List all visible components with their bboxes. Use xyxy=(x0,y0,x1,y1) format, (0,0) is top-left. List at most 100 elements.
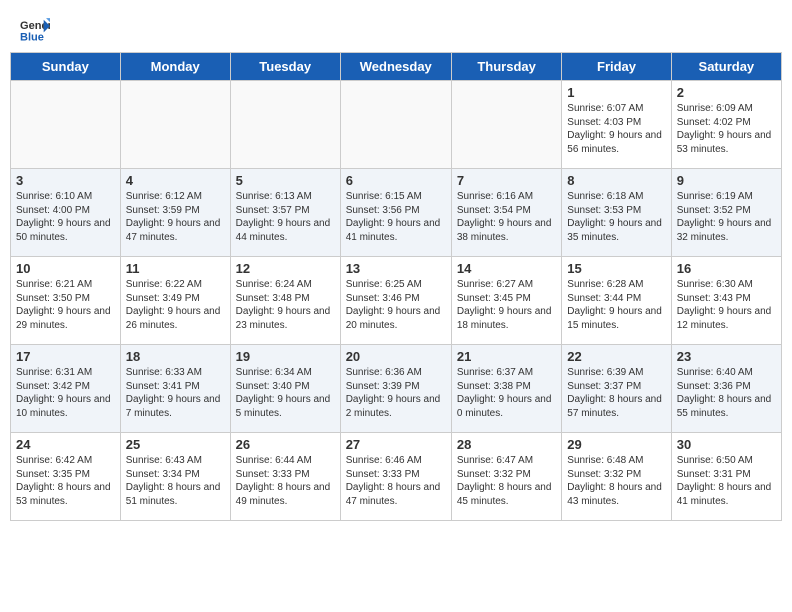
day-number: 29 xyxy=(567,437,665,452)
day-info: Sunrise: 6:47 AM Sunset: 3:32 PM Dayligh… xyxy=(457,454,556,508)
logo: General Blue xyxy=(20,18,54,42)
day-number: 19 xyxy=(236,349,335,364)
day-number: 3 xyxy=(16,173,115,188)
day-header-friday: Friday xyxy=(562,53,671,81)
day-info: Sunrise: 6:44 AM Sunset: 3:33 PM Dayligh… xyxy=(236,454,335,508)
day-cell: 27 Sunrise: 6:46 AM Sunset: 3:33 PM Dayli… xyxy=(340,433,451,521)
day-number: 9 xyxy=(677,173,776,188)
day-info: Sunrise: 6:43 AM Sunset: 3:34 PM Dayligh… xyxy=(126,454,225,508)
day-cell: 17Sunrise: 6:31 AM Sunset: 3:42 PM Dayli… xyxy=(11,345,121,433)
day-number: 16 xyxy=(677,261,776,276)
day-number: 23 xyxy=(677,349,776,364)
day-info: Sunrise: 6:16 AM Sunset: 3:54 PM Dayligh… xyxy=(457,190,556,244)
day-number: 6 xyxy=(346,173,446,188)
day-cell: 18Sunrise: 6:33 AM Sunset: 3:41 PM Dayli… xyxy=(120,345,230,433)
day-number: 15 xyxy=(567,261,665,276)
day-cell: 30 Sunrise: 6:50 AM Sunset: 3:31 PM Dayli… xyxy=(671,433,781,521)
week-row-2: 3 Sunrise: 6:10 AM Sunset: 4:00 PM Daylig… xyxy=(11,169,782,257)
day-number: 28 xyxy=(457,437,556,452)
day-info: Sunrise: 6:22 AM Sunset: 3:49 PM Dayligh… xyxy=(126,278,225,332)
day-info: Sunrise: 6:28 AM Sunset: 3:44 PM Dayligh… xyxy=(567,278,665,332)
day-info: Sunrise: 6:21 AM Sunset: 3:50 PM Dayligh… xyxy=(16,278,115,332)
day-info: Sunrise: 6:19 AM Sunset: 3:52 PM Dayligh… xyxy=(677,190,776,244)
day-number: 14 xyxy=(457,261,556,276)
day-cell: 16 Sunrise: 6:30 AM Sunset: 3:43 PM Dayli… xyxy=(671,257,781,345)
day-number: 7 xyxy=(457,173,556,188)
day-info: Sunrise: 6:13 AM Sunset: 3:57 PM Dayligh… xyxy=(236,190,335,244)
day-number: 20 xyxy=(346,349,446,364)
day-cell: 5 Sunrise: 6:13 AM Sunset: 3:57 PM Daylig… xyxy=(230,169,340,257)
day-cell: 15 Sunrise: 6:28 AM Sunset: 3:44 PM Dayli… xyxy=(562,257,671,345)
day-number: 27 xyxy=(346,437,446,452)
day-info: Sunrise: 6:42 AM Sunset: 3:35 PM Dayligh… xyxy=(16,454,115,508)
day-cell: 2 Sunrise: 6:09 AM Sunset: 4:02 PM Daylig… xyxy=(671,81,781,169)
day-cell: 3 Sunrise: 6:10 AM Sunset: 4:00 PM Daylig… xyxy=(11,169,121,257)
day-cell: 9 Sunrise: 6:19 AM Sunset: 3:52 PM Daylig… xyxy=(671,169,781,257)
day-cell: 8 Sunrise: 6:18 AM Sunset: 3:53 PM Daylig… xyxy=(562,169,671,257)
day-header-sunday: Sunday xyxy=(11,53,121,81)
day-info: Sunrise: 6:07 AM Sunset: 4:03 PM Dayligh… xyxy=(567,102,665,156)
day-cell: 25 Sunrise: 6:43 AM Sunset: 3:34 PM Dayli… xyxy=(120,433,230,521)
day-number: 24 xyxy=(16,437,115,452)
logo-icon: General Blue xyxy=(20,18,50,42)
day-number: 11 xyxy=(126,261,225,276)
day-info: Sunrise: 6:46 AM Sunset: 3:33 PM Dayligh… xyxy=(346,454,446,508)
day-cell: 1 Sunrise: 6:07 AM Sunset: 4:03 PM Daylig… xyxy=(562,81,671,169)
day-cell: 12 Sunrise: 6:24 AM Sunset: 3:48 PM Dayli… xyxy=(230,257,340,345)
week-row-3: 10 Sunrise: 6:21 AM Sunset: 3:50 PM Dayli… xyxy=(11,257,782,345)
day-cell: 19Sunrise: 6:34 AM Sunset: 3:40 PM Dayli… xyxy=(230,345,340,433)
day-cell xyxy=(11,81,121,169)
day-info: Sunrise: 6:24 AM Sunset: 3:48 PM Dayligh… xyxy=(236,278,335,332)
day-info: Sunrise: 6:15 AM Sunset: 3:56 PM Dayligh… xyxy=(346,190,446,244)
day-number: 10 xyxy=(16,261,115,276)
day-header-saturday: Saturday xyxy=(671,53,781,81)
day-cell: 24 Sunrise: 6:42 AM Sunset: 3:35 PM Dayli… xyxy=(11,433,121,521)
day-header-tuesday: Tuesday xyxy=(230,53,340,81)
day-header-monday: Monday xyxy=(120,53,230,81)
day-number: 1 xyxy=(567,85,665,100)
day-number: 12 xyxy=(236,261,335,276)
day-cell: 28 Sunrise: 6:47 AM Sunset: 3:32 PM Dayli… xyxy=(451,433,561,521)
day-number: 5 xyxy=(236,173,335,188)
day-info: Sunrise: 6:48 AM Sunset: 3:32 PM Dayligh… xyxy=(567,454,665,508)
day-number: 26 xyxy=(236,437,335,452)
day-cell: 22 Sunrise: 6:39 AM Sunset: 3:37 PM Dayli… xyxy=(562,345,671,433)
week-row-5: 24 Sunrise: 6:42 AM Sunset: 3:35 PM Dayli… xyxy=(11,433,782,521)
day-cell: 6 Sunrise: 6:15 AM Sunset: 3:56 PM Daylig… xyxy=(340,169,451,257)
day-info: Sunrise: 6:10 AM Sunset: 4:00 PM Dayligh… xyxy=(16,190,115,244)
day-number: 18 xyxy=(126,349,225,364)
calendar-table: SundayMondayTuesdayWednesdayThursdayFrid… xyxy=(10,52,782,521)
day-cell: 13 Sunrise: 6:25 AM Sunset: 3:46 PM Dayli… xyxy=(340,257,451,345)
day-number: 13 xyxy=(346,261,446,276)
day-info: Sunrise: 6:12 AM Sunset: 3:59 PM Dayligh… xyxy=(126,190,225,244)
day-cell: 21Sunrise: 6:37 AM Sunset: 3:38 PM Dayli… xyxy=(451,345,561,433)
day-info: Sunrise: 6:39 AM Sunset: 3:37 PM Dayligh… xyxy=(567,366,665,420)
week-row-1: 1 Sunrise: 6:07 AM Sunset: 4:03 PM Daylig… xyxy=(11,81,782,169)
day-header-thursday: Thursday xyxy=(451,53,561,81)
day-header-wednesday: Wednesday xyxy=(340,53,451,81)
day-info: Sunrise: 6:18 AM Sunset: 3:53 PM Dayligh… xyxy=(567,190,665,244)
day-info: Sunrise: 6:09 AM Sunset: 4:02 PM Dayligh… xyxy=(677,102,776,156)
header-row: SundayMondayTuesdayWednesdayThursdayFrid… xyxy=(11,53,782,81)
day-info: Sunrise: 6:31 AM Sunset: 3:42 PM Dayligh… xyxy=(16,366,115,420)
day-info: Sunrise: 6:37 AM Sunset: 3:38 PM Dayligh… xyxy=(457,366,556,420)
day-number: 8 xyxy=(567,173,665,188)
day-cell xyxy=(230,81,340,169)
day-info: Sunrise: 6:36 AM Sunset: 3:39 PM Dayligh… xyxy=(346,366,446,420)
day-info: Sunrise: 6:25 AM Sunset: 3:46 PM Dayligh… xyxy=(346,278,446,332)
day-number: 22 xyxy=(567,349,665,364)
day-cell: 26 Sunrise: 6:44 AM Sunset: 3:33 PM Dayli… xyxy=(230,433,340,521)
day-cell: 7 Sunrise: 6:16 AM Sunset: 3:54 PM Daylig… xyxy=(451,169,561,257)
page-header: General Blue xyxy=(0,0,792,52)
svg-text:Blue: Blue xyxy=(20,31,44,42)
day-info: Sunrise: 6:30 AM Sunset: 3:43 PM Dayligh… xyxy=(677,278,776,332)
day-cell: 23Sunrise: 6:40 AM Sunset: 3:36 PM Dayli… xyxy=(671,345,781,433)
day-cell: 14Sunrise: 6:27 AM Sunset: 3:45 PM Dayli… xyxy=(451,257,561,345)
day-number: 2 xyxy=(677,85,776,100)
week-row-4: 17Sunrise: 6:31 AM Sunset: 3:42 PM Dayli… xyxy=(11,345,782,433)
day-cell: 4Sunrise: 6:12 AM Sunset: 3:59 PM Daylig… xyxy=(120,169,230,257)
day-cell: 10 Sunrise: 6:21 AM Sunset: 3:50 PM Dayli… xyxy=(11,257,121,345)
day-number: 25 xyxy=(126,437,225,452)
day-number: 30 xyxy=(677,437,776,452)
day-info: Sunrise: 6:50 AM Sunset: 3:31 PM Dayligh… xyxy=(677,454,776,508)
